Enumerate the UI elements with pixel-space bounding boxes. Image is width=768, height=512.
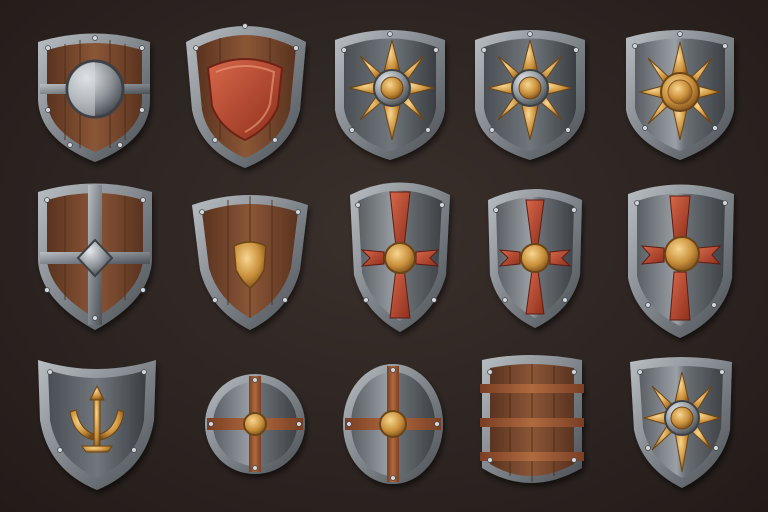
- rivet: [212, 137, 218, 143]
- rivet: [713, 445, 719, 451]
- rivet: [489, 127, 495, 133]
- steel-shield-with-gold-trident-icon: [38, 360, 156, 490]
- rivet: [117, 142, 123, 148]
- rivet: [282, 297, 288, 303]
- rivet: [719, 369, 725, 375]
- steel-shield-with-red-cross-icon: [488, 189, 582, 328]
- rivet: [44, 287, 50, 293]
- shield-sprite-sheet: [38, 23, 734, 490]
- rivet: [212, 297, 218, 303]
- rivet: [57, 447, 63, 453]
- rivet: [199, 209, 205, 215]
- rivet: [562, 297, 568, 303]
- round-steel-shield-with-copper-cross-icon: [343, 364, 443, 484]
- rivet: [47, 369, 53, 375]
- rivet: [722, 200, 728, 206]
- rivet: [252, 465, 258, 471]
- rivet: [341, 47, 347, 53]
- rivet: [390, 367, 396, 373]
- rivet: [493, 207, 499, 213]
- rivet: [571, 457, 577, 463]
- rivet: [45, 45, 51, 51]
- rivet: [573, 47, 579, 53]
- rivet: [140, 197, 146, 203]
- steel-shield-with-gold-star-icon: [335, 30, 445, 160]
- rivet: [527, 31, 533, 37]
- rivet: [712, 125, 718, 131]
- rivet: [645, 445, 651, 451]
- rivet: [92, 35, 98, 41]
- rivet: [193, 45, 199, 51]
- rivet: [139, 107, 145, 113]
- wooden-heater-shield-with-red-inlay-icon: [186, 26, 306, 168]
- rivet: [346, 421, 352, 427]
- steel-shield-with-red-cross-icon: [628, 184, 734, 338]
- rivet: [433, 47, 439, 53]
- rivet: [44, 197, 50, 203]
- rivet: [242, 23, 248, 29]
- rivet: [487, 369, 493, 375]
- rivet: [355, 202, 361, 208]
- rivet: [139, 45, 145, 51]
- rivet: [677, 31, 683, 37]
- rivet: [502, 297, 508, 303]
- steel-shield-with-gold-star-icon: [626, 30, 734, 160]
- rivet: [295, 209, 301, 215]
- rivet: [637, 369, 643, 375]
- wooden-heater-shield-with-steel-boss-icon: [38, 33, 150, 162]
- rivet: [571, 369, 577, 375]
- wooden-tower-shield-with-iron-bands-icon: [480, 355, 584, 483]
- rivet: [141, 369, 147, 375]
- rivet: [722, 43, 728, 49]
- rivet: [439, 202, 445, 208]
- rivet: [487, 457, 493, 463]
- rivet: [642, 125, 648, 131]
- rivet: [645, 302, 651, 308]
- rivet: [208, 421, 214, 427]
- rivet: [481, 47, 487, 53]
- rivet: [131, 447, 137, 453]
- rivet: [634, 200, 640, 206]
- rivet: [632, 43, 638, 49]
- rivet: [140, 287, 146, 293]
- rivet: [434, 421, 440, 427]
- rivet: [571, 207, 577, 213]
- rivet: [293, 45, 299, 51]
- round-steel-shield-with-copper-cross-icon: [205, 374, 305, 474]
- rivet: [67, 142, 73, 148]
- rivet: [252, 377, 258, 383]
- rivet: [363, 297, 369, 303]
- rivet: [92, 315, 98, 321]
- rivet: [565, 127, 571, 133]
- rivet: [711, 302, 717, 308]
- rivet: [272, 137, 278, 143]
- rivet: [390, 475, 396, 481]
- rivet: [296, 421, 302, 427]
- steel-shield-with-red-cross-icon: [350, 182, 450, 332]
- rivet: [425, 127, 431, 133]
- rivet: [431, 297, 437, 303]
- rivet: [387, 31, 393, 37]
- rivet: [45, 107, 51, 113]
- steel-shield-with-gold-star-icon: [630, 357, 732, 488]
- wooden-shield-with-iron-cross-bands-icon: [38, 183, 152, 330]
- wooden-shield-with-gold-crest-icon: [192, 195, 308, 330]
- steel-shield-with-gold-star-icon: [475, 30, 585, 160]
- rivet: [349, 127, 355, 133]
